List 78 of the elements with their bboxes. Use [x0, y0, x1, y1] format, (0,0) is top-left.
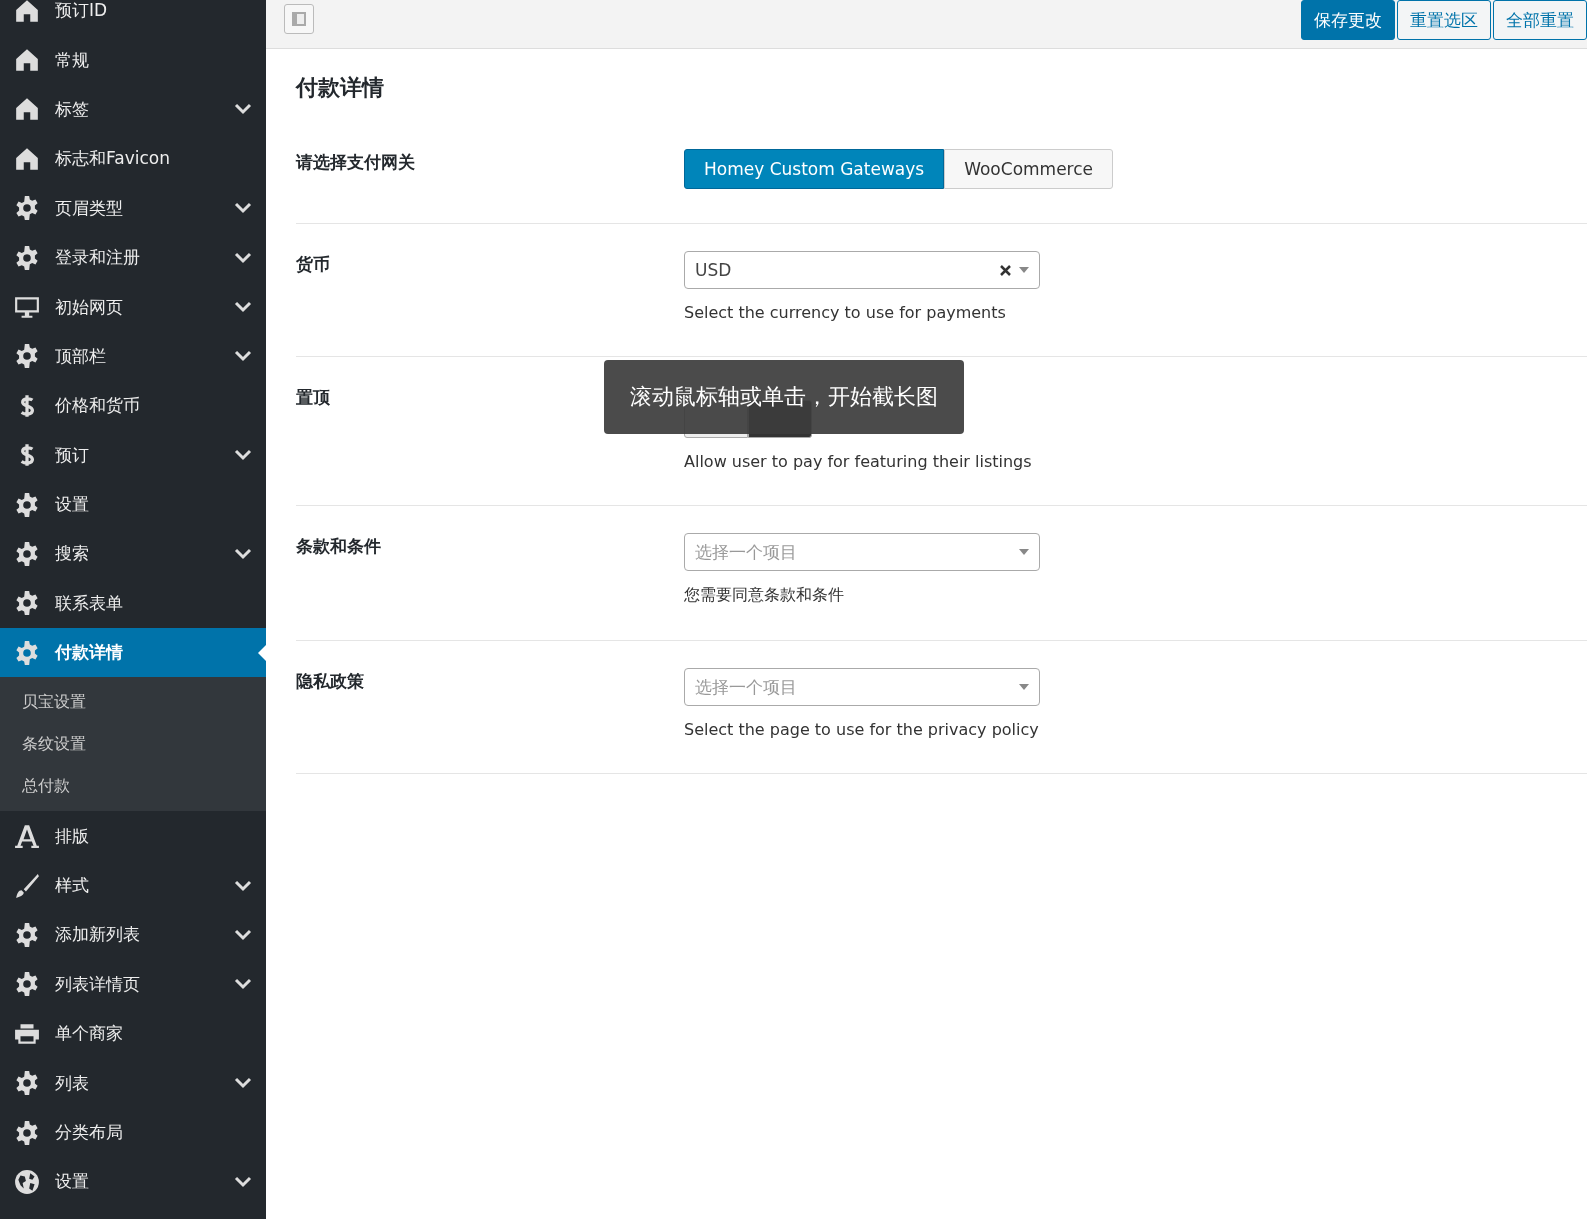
letter-a-icon — [14, 823, 40, 850]
sidebar-item[interactable]: 顶部栏 — [0, 331, 266, 382]
chevron-down-icon[interactable] — [234, 1077, 252, 1090]
sidebar-item[interactable]: 样式 — [0, 860, 266, 911]
chevron-down-icon[interactable] — [234, 301, 252, 314]
sidebar-item[interactable]: 联系表单 — [0, 578, 266, 629]
sidebar-item[interactable]: 登录和注册 — [0, 232, 266, 283]
panel-layout-icon — [291, 11, 307, 27]
field-label: 货币 — [296, 253, 330, 276]
chevron-down-icon[interactable] — [234, 350, 252, 363]
gear-icon — [14, 343, 40, 370]
home-icon — [14, 96, 40, 123]
reset-button[interactable]: 全部重置 — [1493, 0, 1587, 40]
section-title: 付款详情 — [296, 74, 385, 102]
sidebar-subitem[interactable]: 总付款 — [0, 765, 266, 808]
gear-icon — [14, 541, 40, 567]
gear-icon — [14, 921, 40, 948]
sidebar-item[interactable]: 预订 — [0, 430, 266, 480]
sidebar-item[interactable]: 标志和Favicon — [0, 134, 266, 184]
gear-icon — [14, 1119, 40, 1146]
chevron-down-icon[interactable] — [234, 202, 252, 215]
sidebar-item[interactable]: 列表详情页 — [0, 959, 266, 1010]
gear-icon — [14, 491, 40, 518]
sidebar-item[interactable]: 标签 — [0, 84, 266, 135]
sidebar-subitem[interactable]: 贝宝设置 — [0, 681, 266, 724]
field-label: 请选择支付网关 — [296, 151, 415, 174]
globe-icon — [14, 1168, 40, 1195]
clear-icon[interactable] — [1000, 264, 1011, 276]
chevron-down-icon[interactable] — [234, 978, 252, 991]
field-label: 隐私政策 — [296, 670, 364, 693]
option-button[interactable]: WooCommerce — [944, 149, 1114, 189]
brush-icon — [14, 872, 40, 899]
sidebar-item[interactable]: 付款详情 — [0, 628, 266, 678]
home-icon — [14, 0, 40, 24]
chevron-down-icon[interactable] — [234, 449, 252, 462]
save-button[interactable]: 保存更改 — [1301, 0, 1395, 40]
chevron-down-icon[interactable] — [234, 1175, 252, 1188]
sidebar-subitem[interactable]: 条纹设置 — [0, 723, 266, 766]
select-field[interactable]: USD — [684, 251, 1040, 289]
chevron-down-icon[interactable] — [234, 548, 252, 560]
option-button[interactable]: Homey Custom Gateways — [684, 149, 945, 189]
monitor-icon — [14, 294, 40, 321]
gear-icon — [14, 244, 40, 271]
field-label: 置顶 — [296, 386, 330, 409]
sidebar-item[interactable]: 页眉类型 — [0, 183, 266, 233]
sidebar-item[interactable]: 单个商家 — [0, 1009, 266, 1059]
sidebar-item[interactable]: 添加新列表 — [0, 910, 266, 960]
reset-button[interactable]: 重置选区 — [1397, 0, 1491, 40]
sidebar-item[interactable]: 分类布局 — [0, 1107, 266, 1158]
sidebar-item[interactable]: 设置 — [0, 479, 266, 530]
chevron-down-icon[interactable] — [234, 251, 252, 264]
field-description: 您需要同意条款和条件 — [684, 585, 845, 606]
field-description: Select the currency to use for payments — [684, 303, 1007, 322]
dropdown-caret-icon[interactable] — [1019, 267, 1029, 273]
sidebar-item[interactable]: 预订ID — [0, 0, 266, 36]
panel-toggle-button[interactable] — [284, 4, 314, 34]
sidebar-item[interactable]: 初始网页 — [0, 282, 266, 332]
sidebar-item[interactable]: 常规 — [0, 35, 266, 85]
gear-icon — [14, 971, 40, 998]
sidebar-item[interactable]: 排版 — [0, 811, 266, 861]
gear-icon — [14, 590, 40, 617]
chevron-down-icon[interactable] — [234, 928, 252, 941]
gear-icon — [14, 1070, 40, 1097]
field-description: Allow user to pay for featuring their listings — [684, 452, 1033, 471]
screenshot-hint-toast: 滚动鼠标轴或单击，开始截长图 — [604, 360, 964, 434]
dropdown-caret-icon[interactable] — [1019, 684, 1029, 690]
sidebar-item[interactable]: 搜索 — [0, 529, 266, 579]
gear-icon — [14, 639, 40, 666]
sidebar-item[interactable]: 价格和货币 — [0, 381, 266, 431]
sidebar-item[interactable]: 列表 — [0, 1058, 266, 1108]
field-description: Select the page to use for the privacy policy — [684, 720, 1040, 739]
sidebar-item[interactable]: 设置 — [0, 1157, 266, 1207]
dropdown-caret-icon[interactable] — [1019, 549, 1029, 555]
home-icon — [14, 47, 40, 74]
gear-icon — [14, 195, 40, 222]
chevron-down-icon[interactable] — [234, 103, 252, 116]
chevron-down-icon[interactable] — [234, 879, 252, 892]
field-label: 条款和条件 — [296, 535, 381, 558]
